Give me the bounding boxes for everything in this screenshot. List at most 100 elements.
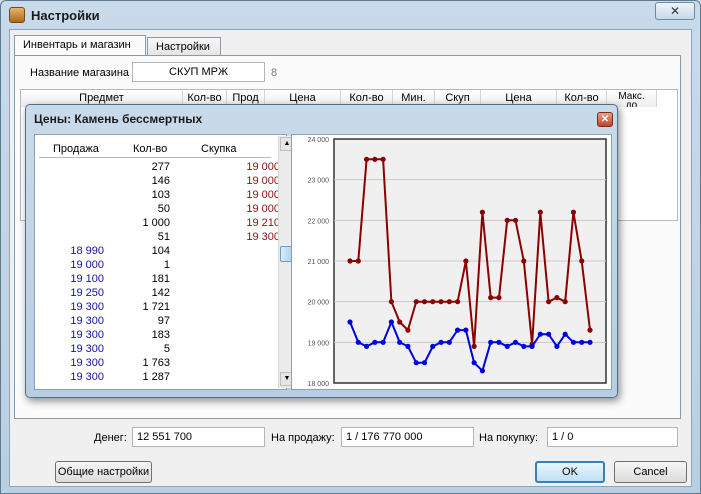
- sell-point: [454, 327, 461, 333]
- purchase-price-cell: 19 000: [246, 161, 280, 173]
- sell-point: [372, 339, 378, 345]
- order-row[interactable]: 19 300 97: [35, 315, 280, 329]
- for-buy-label: На покупку:: [479, 432, 539, 444]
- buy-point: [521, 258, 527, 264]
- purchase-price-cell: 19 000: [246, 203, 280, 215]
- buy-point: [421, 299, 428, 305]
- buy-point: [562, 299, 568, 305]
- title-bar[interactable]: Настройки ✕: [1, 1, 700, 29]
- sell-point: [380, 339, 386, 345]
- sell-point: [579, 339, 585, 345]
- sell-point: [421, 360, 428, 366]
- tab-settings[interactable]: Настройки: [147, 37, 221, 57]
- y-tick-label: 19 000: [308, 340, 330, 347]
- buy-point: [488, 295, 494, 301]
- order-row[interactable]: 1 000 19 210: [35, 217, 280, 231]
- popup-title: Цены: Камень бессмертных: [34, 112, 203, 126]
- close-button[interactable]: ✕: [655, 2, 695, 20]
- shop-name-input[interactable]: СКУП МРЖ: [132, 62, 265, 82]
- sale-price-cell: 19 100: [70, 273, 104, 285]
- sell-point: [521, 343, 527, 349]
- buy-point: [512, 217, 519, 223]
- buy-point: [397, 319, 403, 325]
- sell-point: [405, 343, 411, 349]
- buy-point: [463, 258, 469, 264]
- sell-point: [479, 368, 486, 374]
- buy-point: [546, 299, 552, 305]
- buy-point: [380, 156, 386, 162]
- order-rows: 277 19 000 146 19 000 103 19 000 50 19 000 1 000…: [35, 161, 280, 387]
- amount-cell: 103: [151, 189, 170, 201]
- order-row[interactable]: 19 300 1 287: [35, 371, 280, 385]
- order-row[interactable]: 146 19 000: [35, 175, 280, 189]
- amount-cell: 1 721: [142, 301, 170, 313]
- sell-point: [587, 339, 593, 345]
- shop-name-label: Название магазина: [30, 67, 130, 79]
- sell-point: [446, 339, 452, 345]
- col-purchase: Скупка: [201, 143, 237, 155]
- price-chart: 24 000 23 000 22 000 21 000 20 000 19 000 18 0…: [308, 137, 607, 388]
- order-row[interactable]: 103 19 000: [35, 189, 280, 203]
- order-row[interactable]: 277 19 000: [35, 161, 280, 175]
- sale-price-cell: 18 990: [70, 245, 104, 257]
- order-row[interactable]: 19 300 1 721: [35, 301, 280, 315]
- for-sale-label: На продажу:: [271, 432, 335, 444]
- buy-point: [479, 209, 486, 215]
- sell-point: [347, 319, 353, 325]
- sell-point: [438, 339, 444, 345]
- amount-cell: 183: [151, 329, 170, 341]
- buy-point: [570, 209, 577, 215]
- y-tick-label: 23 000: [308, 178, 330, 185]
- amount-cell: 181: [151, 273, 170, 285]
- order-row[interactable]: 19 300 183: [35, 329, 280, 343]
- tab-inventory[interactable]: Инвентарь и магазин: [14, 35, 146, 57]
- sell-point: [471, 360, 477, 366]
- sell-point: [537, 331, 543, 337]
- amount-cell: 51: [157, 231, 170, 243]
- sell-point: [363, 343, 370, 349]
- sell-point: [562, 331, 568, 337]
- purchase-price-cell: 19 300: [246, 231, 280, 243]
- order-row[interactable]: 51 19 300: [35, 231, 280, 245]
- sale-price-cell: 19 300: [70, 301, 104, 313]
- sell-point: [504, 343, 510, 349]
- order-row[interactable]: 19 000 1: [35, 259, 280, 273]
- col-sale: Продажа: [53, 143, 99, 155]
- sell-point: [496, 339, 502, 345]
- purchase-price-cell: 19 000: [246, 175, 280, 187]
- buy-point: [372, 156, 378, 162]
- order-row[interactable]: 50 19 000: [35, 203, 280, 217]
- list-header-divider: [39, 157, 271, 158]
- order-row[interactable]: 18 990 104: [35, 245, 280, 259]
- order-row[interactable]: 19 300 5: [35, 343, 280, 357]
- order-row[interactable]: 19 250 142: [35, 287, 280, 301]
- sale-price-cell: 19 300: [70, 343, 104, 355]
- buy-point: [438, 299, 444, 305]
- sale-price-cell: 19 250: [70, 287, 104, 299]
- ok-button[interactable]: OK: [535, 461, 605, 483]
- sale-price-cell: 19 300: [70, 315, 104, 327]
- order-row[interactable]: 19 300 1 763: [35, 357, 280, 371]
- sale-price-cell: 19 300: [70, 329, 104, 341]
- amount-cell: 1: [163, 259, 170, 271]
- general-settings-button[interactable]: Общие настройки: [55, 461, 152, 483]
- sell-point: [397, 339, 403, 345]
- sale-price-cell: 19 000: [70, 259, 104, 271]
- buy-point: [430, 299, 436, 305]
- sale-price-cell: 19 300: [70, 357, 104, 369]
- amount-cell: 146: [151, 175, 170, 187]
- cancel-button[interactable]: Cancel: [614, 461, 687, 483]
- buy-point: [496, 295, 502, 301]
- buy-point: [554, 295, 560, 301]
- popup-close-button[interactable]: ✕: [597, 112, 613, 127]
- buy-point: [363, 156, 370, 162]
- for-sale-field: 1 / 176 770 000: [341, 427, 474, 447]
- sell-point: [355, 339, 361, 345]
- window-title: Настройки: [31, 8, 100, 23]
- order-row[interactable]: 19 100 181: [35, 273, 280, 287]
- purchase-price-cell: 19 000: [246, 189, 280, 201]
- buy-point: [587, 327, 593, 333]
- amount-cell: 104: [151, 245, 170, 257]
- amount-cell: 5: [163, 343, 170, 355]
- sell-point: [488, 339, 494, 345]
